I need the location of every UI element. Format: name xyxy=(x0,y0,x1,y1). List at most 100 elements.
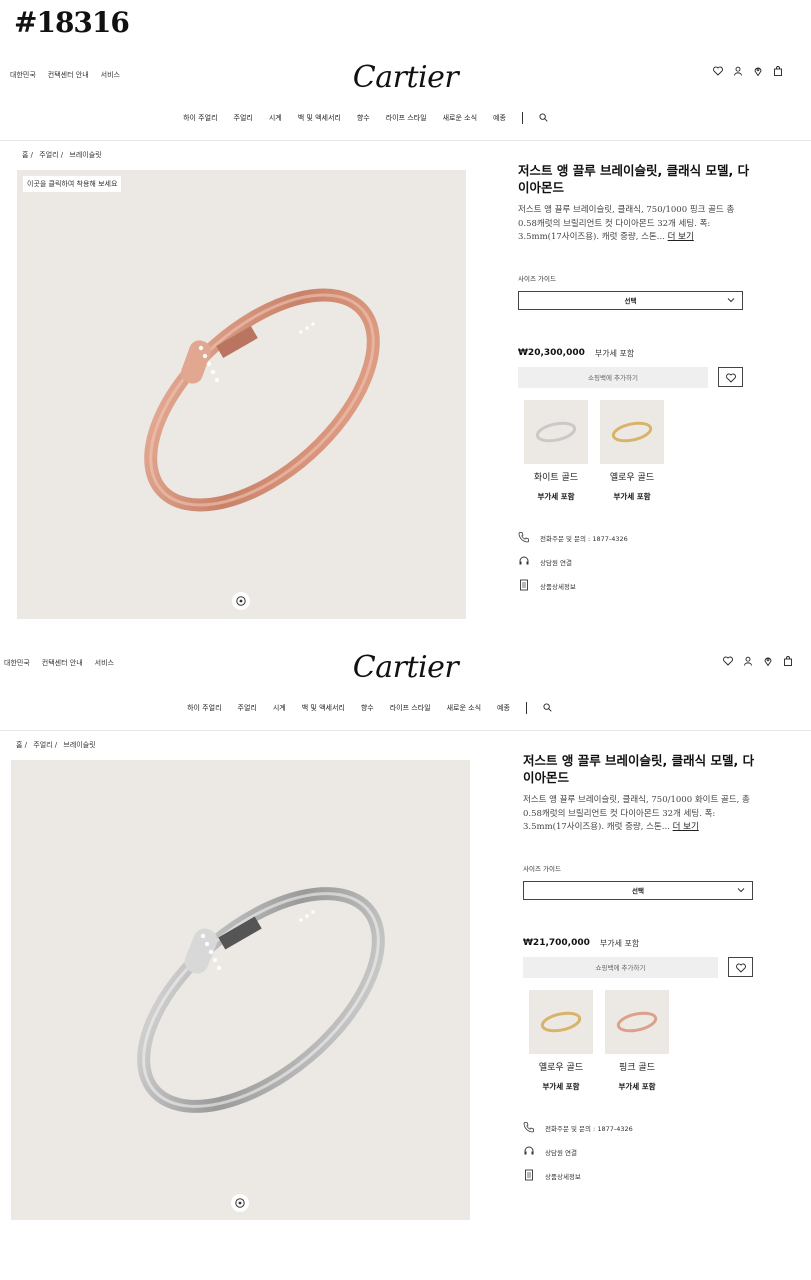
nav-high-jewelry[interactable]: 하이 주얼리 xyxy=(183,113,217,123)
brand-logo[interactable]: Cartier xyxy=(0,650,811,685)
nav-jewelry[interactable]: 주얼리 xyxy=(234,113,253,123)
product-details-link[interactable]: 상품상세정보 xyxy=(518,574,753,598)
product-description: 저스트 앵 끌루 브레이슬릿, 클래식, 750/1000 핑크 골드 총 0.… xyxy=(518,204,753,245)
wishlist-button[interactable] xyxy=(718,367,743,387)
view-360-button[interactable] xyxy=(232,592,250,610)
variant-name: 핑크 골드 xyxy=(619,1062,655,1073)
nav-jewelry[interactable]: 주얼리 xyxy=(238,703,257,713)
product-page-pink-gold: 대한민국 컨택센터 안내 서비스 Cartier 하이 주얼리 주얼리 시계 백… xyxy=(0,42,811,632)
product-info: 저스트 앵 끌루 브레이슬릿, 클래식 모델, 다이아몬드 저스트 앵 끌루 브… xyxy=(523,752,758,1188)
variant-yellow-gold[interactable]: 옐로우 골드 부가세 포함 xyxy=(529,989,593,1092)
read-more-link[interactable]: 더 보기 xyxy=(673,822,699,832)
breadcrumb-bracelets[interactable]: 브레이슬릿 xyxy=(69,151,101,159)
product-title: 저스트 앵 끌루 브레이슬릿, 클래식 모델, 다이아몬드 xyxy=(523,753,755,785)
heart-icon[interactable] xyxy=(713,66,723,76)
nav-fragrance[interactable]: 향수 xyxy=(357,113,370,123)
nav-bags-accessories[interactable]: 백 및 액세서리 xyxy=(302,703,345,713)
chevron-down-icon xyxy=(726,295,736,307)
product-description: 저스트 앵 끌루 브레이슬릿, 클래식, 750/1000 화이트 골드, 총 … xyxy=(523,794,758,835)
search-icon[interactable] xyxy=(543,702,552,714)
size-guide-link[interactable]: 사이즈 가이드 xyxy=(523,863,758,873)
nav-lifestyle[interactable]: 라이프 스타일 xyxy=(386,113,427,123)
breadcrumb-jewelry[interactable]: 주얼리 / xyxy=(33,741,57,749)
header-divider xyxy=(0,730,811,731)
nav-lifestyle[interactable]: 라이프 스타일 xyxy=(390,703,431,713)
variant-thumbnail[interactable] xyxy=(529,989,593,1054)
header-icons xyxy=(713,66,783,76)
size-select[interactable]: 선택 xyxy=(518,290,743,310)
product-page-white-gold: 대한민국 컨택센터 안내 서비스 Cartier 하이 주얼리 주얼리 시계 백… xyxy=(0,636,811,1236)
header-divider xyxy=(0,140,811,141)
size-select[interactable]: 선택 xyxy=(523,880,753,900)
variant-vat: 부가세 포함 xyxy=(613,491,651,501)
variant-thumbnail[interactable] xyxy=(605,989,669,1054)
product-price: ₩21,700,000 xyxy=(523,938,590,948)
variant-vat: 부가세 포함 xyxy=(537,491,575,501)
breadcrumb-jewelry[interactable]: 주얼리 / xyxy=(39,151,63,159)
read-more-link[interactable]: 더 보기 xyxy=(668,232,694,242)
add-to-bag-button[interactable]: 쇼핑백에 추가하기 xyxy=(523,956,718,978)
product-info: 저스트 앵 끌루 브레이슬릿, 클래식 모델, 다이아몬드 저스트 앵 끌루 브… xyxy=(518,162,753,598)
variant-vat: 부가세 포함 xyxy=(618,1081,656,1091)
breadcrumb-home[interactable]: 홈 / xyxy=(16,741,27,749)
variant-list: 화이트 골드 부가세 포함 옐로우 골드 부가세 포함 xyxy=(524,399,753,502)
product-title: 저스트 앵 끌루 브레이슬릿, 클래식 모델, 다이아몬드 xyxy=(518,163,750,195)
heart-icon[interactable] xyxy=(723,656,733,666)
variant-yellow-gold[interactable]: 옐로우 골드 부가세 포함 xyxy=(600,399,664,502)
search-icon[interactable] xyxy=(539,112,548,124)
user-icon[interactable] xyxy=(733,66,743,76)
phone-order-link[interactable]: 전화주문 및 문의 : 1877-4326 xyxy=(523,1116,758,1140)
nav-watches[interactable]: 시계 xyxy=(269,113,282,123)
nav-news[interactable]: 새로운 소식 xyxy=(443,113,477,123)
variant-thumbnail[interactable] xyxy=(600,399,664,464)
user-icon[interactable] xyxy=(743,656,753,666)
location-pin-icon[interactable] xyxy=(753,66,763,76)
nav-divider xyxy=(521,112,523,124)
bracelet-image xyxy=(144,288,380,512)
brand-logo[interactable]: Cartier xyxy=(0,60,811,95)
sheet-tag: #18316 xyxy=(14,6,130,39)
nav-news[interactable]: 새로운 소식 xyxy=(447,703,481,713)
live-agent-link[interactable]: 상담원 연결 xyxy=(523,1140,758,1164)
contact-list: 전화주문 및 문의 : 1877-4326 상담원 연결 상품상세정보 xyxy=(518,526,753,598)
product-price: ₩20,300,000 xyxy=(518,348,585,358)
add-to-bag-button[interactable]: 쇼핑백에 추가하기 xyxy=(518,366,708,388)
vat-label: 부가세 포함 xyxy=(599,938,640,948)
rotate-360-icon xyxy=(234,1194,246,1213)
variant-vat: 부가세 포함 xyxy=(542,1081,580,1091)
contact-list: 전화주문 및 문의 : 1877-4326 상담원 연결 상품상세정보 xyxy=(523,1116,758,1188)
size-guide-link[interactable]: 사이즈 가이드 xyxy=(518,273,753,283)
variant-list: 옐로우 골드 부가세 포함 핑크 골드 부가세 포함 xyxy=(529,989,758,1092)
variant-name: 화이트 골드 xyxy=(533,472,579,483)
product-image[interactable] xyxy=(11,760,470,1220)
document-icon xyxy=(518,579,530,593)
nav-booking[interactable]: 예종 xyxy=(497,703,510,713)
phone-order-link[interactable]: 전화주문 및 문의 : 1877-4326 xyxy=(518,526,753,550)
nav-bags-accessories[interactable]: 백 및 액세서리 xyxy=(298,113,341,123)
wishlist-button[interactable] xyxy=(728,957,753,977)
shopping-bag-icon[interactable] xyxy=(783,656,793,666)
product-image[interactable]: 이곳을 클릭하여 착용해 보세요 xyxy=(17,170,466,619)
variant-thumbnail[interactable] xyxy=(524,399,588,464)
nav-fragrance[interactable]: 향수 xyxy=(361,703,374,713)
nav-booking[interactable]: 예종 xyxy=(493,113,506,123)
contact-text: 상담원 연결 xyxy=(540,558,572,567)
breadcrumb-home[interactable]: 홈 / xyxy=(22,151,33,159)
contact-text: 상품상세정보 xyxy=(540,582,576,591)
breadcrumb-bracelets[interactable]: 브레이슬릿 xyxy=(63,741,95,749)
variant-pink-gold[interactable]: 핑크 골드 부가세 포함 xyxy=(605,989,669,1092)
location-pin-icon[interactable] xyxy=(763,656,773,666)
price-row: ₩21,700,000 부가세 포함 xyxy=(523,938,758,949)
variant-white-gold[interactable]: 화이트 골드 부가세 포함 xyxy=(524,399,588,502)
variant-name: 옐로우 골드 xyxy=(538,1062,584,1073)
shopping-bag-icon[interactable] xyxy=(773,66,783,76)
contact-text: 상품상세정보 xyxy=(545,1172,581,1181)
variant-name: 옐로우 골드 xyxy=(609,472,655,483)
product-details-link[interactable]: 상품상세정보 xyxy=(523,1164,758,1188)
live-agent-link[interactable]: 상담원 연결 xyxy=(518,550,753,574)
view-360-button[interactable] xyxy=(231,1194,249,1212)
nav-high-jewelry[interactable]: 하이 주얼리 xyxy=(187,703,221,713)
contact-text: 전화주문 및 문의 : 1877-4326 xyxy=(540,534,628,543)
nav-watches[interactable]: 시계 xyxy=(273,703,286,713)
heart-icon xyxy=(735,958,746,977)
